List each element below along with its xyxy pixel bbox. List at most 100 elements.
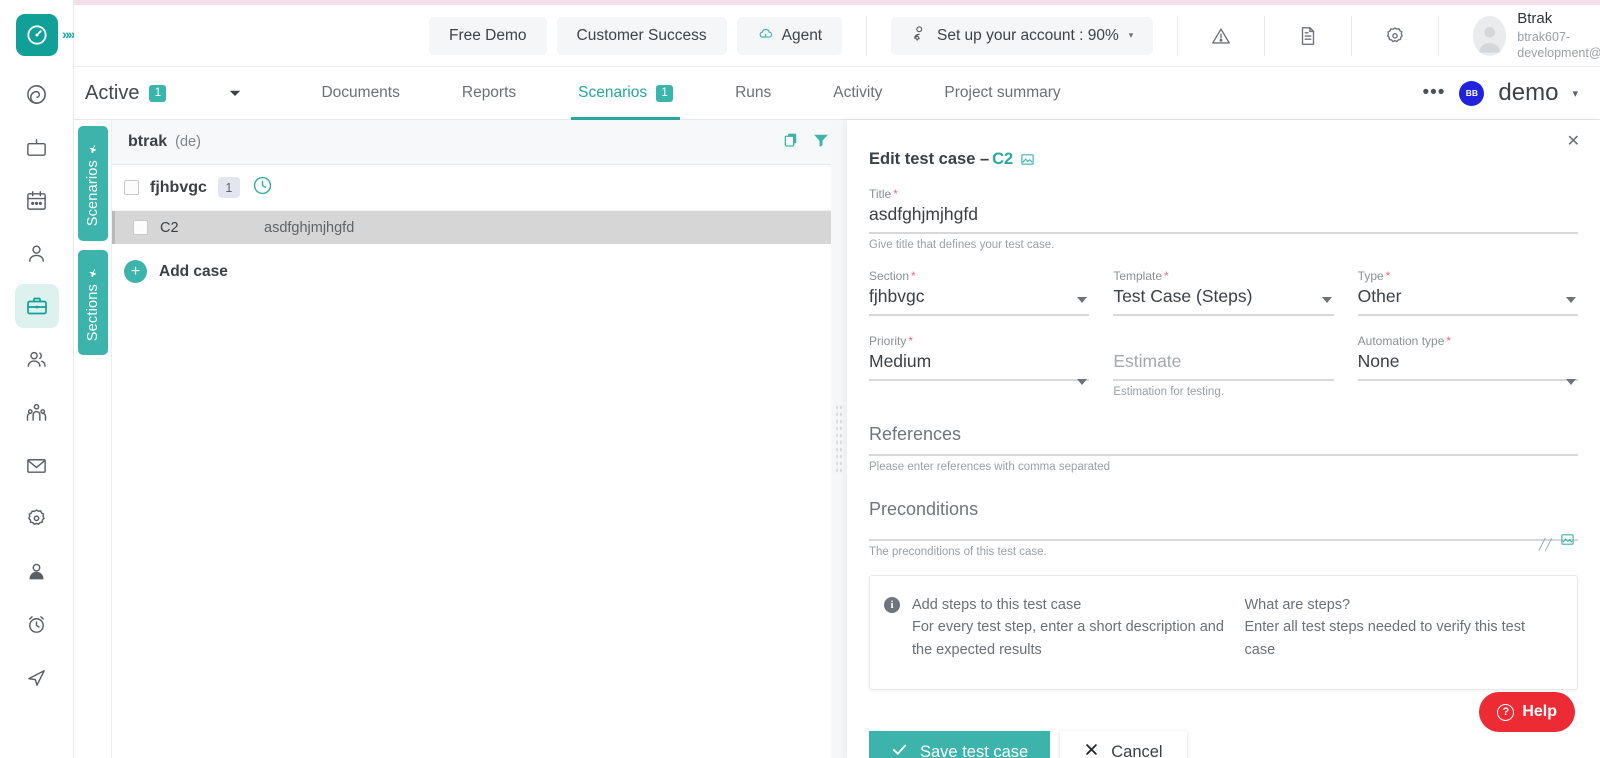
gear-icon[interactable] bbox=[1376, 14, 1414, 58]
image-icon[interactable] bbox=[1020, 152, 1035, 167]
section-name: fjhbvgc bbox=[150, 179, 207, 197]
add-step-button[interactable]: Add step bbox=[869, 700, 1578, 716]
more-options-icon[interactable]: ••• bbox=[1422, 90, 1445, 96]
chevron-down-icon[interactable] bbox=[226, 84, 244, 102]
agent-button[interactable]: Agent bbox=[737, 17, 843, 55]
chevron-down-icon[interactable] bbox=[1566, 379, 1576, 385]
mail-icon[interactable] bbox=[15, 443, 59, 487]
section-checkbox[interactable] bbox=[124, 180, 139, 195]
steps-columns: Add steps to this test case For every te… bbox=[912, 594, 1557, 661]
alert-triangle-icon[interactable] bbox=[1202, 14, 1240, 58]
case-checkbox[interactable] bbox=[133, 220, 148, 235]
steps-right-column: What are steps? Enter all test steps nee… bbox=[1245, 594, 1558, 661]
vtab-scenarios[interactable]: Scenarios bbox=[78, 126, 108, 241]
priority-select[interactable]: Priority* Medium bbox=[869, 334, 1089, 398]
tab-project-summary[interactable]: Project summary bbox=[913, 67, 1091, 120]
tab-runs[interactable]: Runs bbox=[704, 67, 802, 120]
plus-icon: + bbox=[124, 260, 147, 283]
image-icon[interactable] bbox=[1560, 532, 1575, 552]
estimate-label bbox=[1113, 334, 1333, 348]
cancel-button[interactable]: Cancel bbox=[1060, 731, 1186, 758]
chevron-down-icon[interactable] bbox=[1566, 297, 1576, 303]
chevron-down-icon[interactable]: ▾ bbox=[1572, 87, 1578, 100]
tab-documents[interactable]: Documents bbox=[290, 67, 430, 120]
send-icon[interactable] bbox=[15, 655, 59, 699]
chevrons-right-icon[interactable]: »» bbox=[62, 26, 74, 42]
customer-success-label: Customer Success bbox=[577, 27, 707, 45]
priority-value[interactable]: Medium bbox=[869, 348, 1089, 381]
references-field[interactable]: References Please enter references with … bbox=[869, 420, 1578, 473]
dashboard-icon[interactable] bbox=[15, 72, 59, 116]
user-icon[interactable] bbox=[15, 231, 59, 275]
close-icon[interactable]: ✕ bbox=[1567, 134, 1580, 150]
active-filter-dropdown[interactable]: Active 1 bbox=[85, 82, 244, 105]
panel-resize-handle[interactable] bbox=[831, 120, 847, 758]
vtab-sections[interactable]: Sections bbox=[78, 250, 108, 355]
drag-dots-icon bbox=[835, 404, 843, 474]
tab-activity[interactable]: Activity bbox=[802, 67, 913, 120]
header-divider-2 bbox=[1177, 16, 1178, 56]
tab-activity-label: Activity bbox=[833, 84, 882, 102]
cloud-icon bbox=[757, 25, 774, 47]
account-setup-button[interactable]: Set up your account : 90% ▾ bbox=[891, 17, 1153, 55]
list-panel-header-icons bbox=[782, 131, 830, 154]
steps-info-box: i Add steps to this test case For every … bbox=[869, 575, 1578, 690]
customer-success-button[interactable]: Customer Success bbox=[557, 17, 727, 55]
chevron-down-icon[interactable] bbox=[1322, 297, 1332, 303]
automation-type-value[interactable]: None bbox=[1358, 348, 1578, 381]
profile-icon[interactable] bbox=[15, 549, 59, 593]
document-icon[interactable] bbox=[1289, 14, 1327, 58]
vertical-tab-strip: Scenarios Sections bbox=[74, 120, 110, 355]
chevron-down-icon[interactable] bbox=[1077, 297, 1087, 303]
check-icon bbox=[891, 741, 908, 758]
settings-gear-icon[interactable] bbox=[15, 496, 59, 540]
section-value[interactable]: fjhbvgc bbox=[869, 283, 1089, 316]
tab-scenarios[interactable]: Scenarios 1 bbox=[547, 67, 704, 120]
title-field[interactable]: Title* asdfghjmjhgfd Give title that def… bbox=[869, 187, 1578, 251]
pin-icon[interactable] bbox=[87, 264, 99, 278]
automation-type-select[interactable]: Automation type* None bbox=[1358, 334, 1578, 398]
help-button[interactable]: ? Help bbox=[1479, 692, 1575, 732]
active-filter-label: Active bbox=[85, 82, 139, 105]
free-demo-button[interactable]: Free Demo bbox=[429, 17, 547, 55]
rail-items bbox=[15, 72, 59, 699]
title-input[interactable]: asdfghjmjhgfd bbox=[869, 201, 1578, 234]
header-divider-3 bbox=[1264, 16, 1265, 56]
briefcase-icon[interactable] bbox=[15, 284, 59, 328]
tab-reports[interactable]: Reports bbox=[431, 67, 547, 120]
estimate-input[interactable]: Estimate bbox=[1113, 348, 1333, 381]
save-test-case-button[interactable]: Save test case bbox=[869, 731, 1050, 758]
calendar-icon[interactable] bbox=[15, 178, 59, 222]
tv-icon[interactable] bbox=[15, 125, 59, 169]
project-avatar: BB bbox=[1459, 81, 1484, 106]
filter-icon[interactable] bbox=[812, 131, 830, 154]
agent-label: Agent bbox=[782, 27, 823, 45]
app-root: »» Free Demo Customer Success Agent bbox=[0, 0, 1600, 758]
preconditions-field[interactable]: Preconditions ╱╱ The preconditions of th… bbox=[869, 495, 1578, 558]
alarm-clock-icon[interactable] bbox=[15, 602, 59, 646]
resize-grip-icon[interactable]: ╱╱ bbox=[1539, 538, 1552, 551]
vtab-sections-label: Sections bbox=[85, 284, 101, 341]
preconditions-input[interactable]: Preconditions bbox=[869, 495, 1578, 541]
title-hint: Give title that defines your test case. bbox=[869, 239, 1578, 251]
estimate-field[interactable]: Estimate Estimation for testing. bbox=[1113, 334, 1333, 398]
users-icon[interactable] bbox=[15, 337, 59, 381]
type-value[interactable]: Other bbox=[1358, 283, 1578, 316]
section-case-count: 1 bbox=[218, 177, 240, 198]
pin-icon[interactable] bbox=[87, 140, 99, 154]
template-select[interactable]: Template* Test Case (Steps) bbox=[1113, 269, 1333, 316]
user-menu[interactable]: Btrak btrak607-development@gm... ▾ bbox=[1473, 10, 1600, 61]
team-icon[interactable] bbox=[15, 390, 59, 434]
copy-icon[interactable] bbox=[782, 131, 800, 154]
history-clock-icon[interactable] bbox=[251, 174, 274, 202]
add-case-button[interactable]: + Add case bbox=[112, 244, 846, 283]
template-value[interactable]: Test Case (Steps) bbox=[1113, 283, 1333, 316]
section-select[interactable]: Section* fjhbvgc bbox=[869, 269, 1089, 316]
table-row[interactable]: C2 asdfghjmjhgfd bbox=[112, 211, 846, 244]
type-select[interactable]: Type* Other bbox=[1358, 269, 1578, 316]
chevron-down-icon[interactable] bbox=[1077, 379, 1087, 385]
references-input[interactable]: References bbox=[869, 420, 1578, 456]
section-row[interactable]: fjhbvgc 1 bbox=[112, 165, 846, 211]
tab-scenarios-badge: 1 bbox=[656, 85, 673, 102]
app-logo[interactable] bbox=[16, 14, 58, 56]
